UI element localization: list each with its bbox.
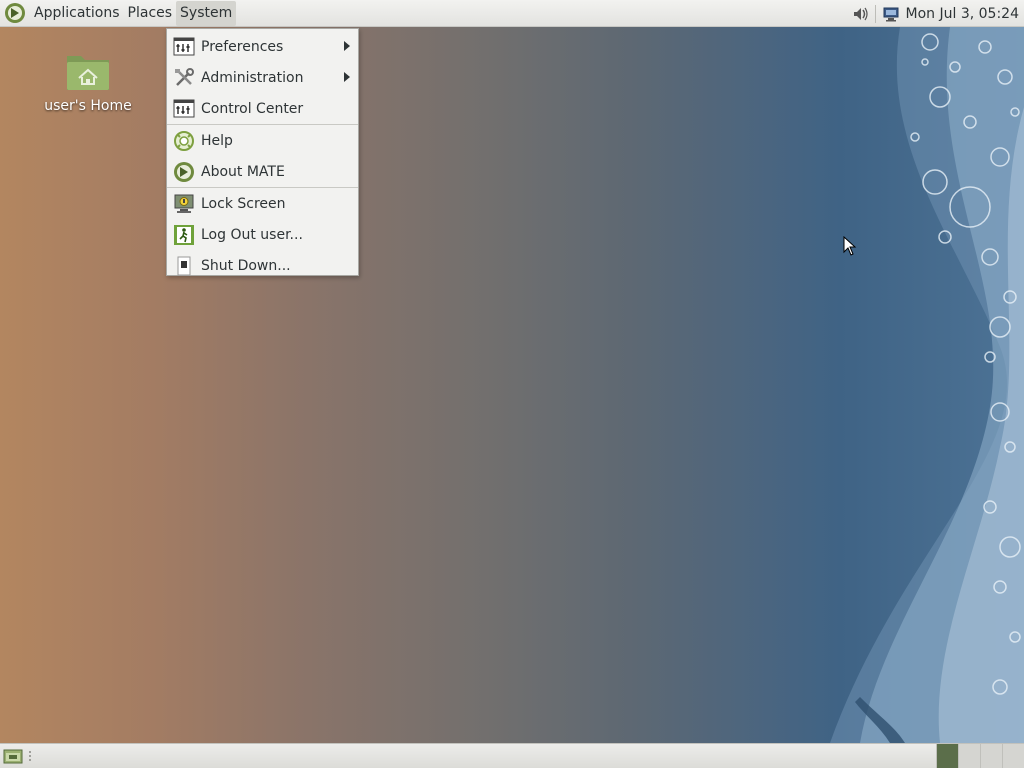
- menu-places[interactable]: Places: [124, 1, 177, 26]
- menu-item-about-mate[interactable]: About MATE: [167, 156, 358, 187]
- bottom-panel: [0, 743, 1024, 768]
- mouse-cursor-icon: [843, 236, 857, 256]
- menu-item-label: Help: [201, 132, 233, 149]
- menu-applications[interactable]: Applications: [30, 1, 124, 26]
- control-center-icon: [173, 99, 195, 117]
- submenu-arrow-icon: [344, 41, 350, 51]
- wallpaper-waves: [830, 27, 1024, 743]
- menu-item-help[interactable]: Help: [167, 125, 358, 156]
- help-icon: [174, 130, 194, 151]
- network-icon[interactable]: [882, 5, 900, 23]
- mate-logo-icon: [174, 161, 194, 182]
- menu-item-lock-screen[interactable]: Lock Screen: [167, 188, 358, 219]
- menu-item-preferences[interactable]: Preferences: [167, 31, 358, 62]
- show-desktop-icon[interactable]: [3, 748, 23, 765]
- volume-icon[interactable]: [851, 5, 869, 23]
- system-menu: Preferences Administration Control Cente…: [166, 28, 359, 276]
- top-panel: Applications Places System Mon Jul 3, 05…: [0, 0, 1024, 27]
- system-tray: Mon Jul 3, 05:24: [851, 0, 1024, 27]
- shutdown-icon: [177, 256, 191, 275]
- workspace-2[interactable]: [958, 744, 980, 768]
- menu-item-log-out[interactable]: Log Out user...: [167, 219, 358, 250]
- workspace-switcher: [936, 744, 1024, 768]
- menu-item-control-center[interactable]: Control Center: [167, 93, 358, 124]
- submenu-arrow-icon: [344, 72, 350, 82]
- menu-item-label: About MATE: [201, 163, 285, 180]
- menu-item-label: Lock Screen: [201, 195, 286, 212]
- preferences-icon: [173, 37, 195, 55]
- menu-item-label: Preferences: [201, 38, 284, 55]
- workspace-1[interactable]: [936, 744, 958, 768]
- menu-item-label: Log Out user...: [201, 226, 303, 243]
- workspace-3[interactable]: [980, 744, 1002, 768]
- menu-system[interactable]: System: [176, 0, 237, 26]
- home-icon-label: user's Home: [44, 98, 132, 114]
- workspace-4[interactable]: [1002, 744, 1024, 768]
- menu-item-label: Control Center: [201, 100, 304, 117]
- panel-drag-handle[interactable]: [28, 750, 32, 763]
- desktop-home-icon[interactable]: user's Home: [44, 50, 132, 114]
- clock[interactable]: Mon Jul 3, 05:24: [906, 6, 1019, 22]
- menu-item-shut-down[interactable]: Shut Down...: [167, 250, 358, 281]
- lock-screen-icon: [174, 194, 194, 213]
- home-folder-icon: [67, 56, 109, 90]
- mate-logo-icon[interactable]: [4, 2, 26, 24]
- logout-icon: [174, 224, 194, 245]
- menu-item-label: Shut Down...: [201, 257, 291, 274]
- administration-icon: [175, 67, 194, 86]
- menu-item-administration[interactable]: Administration: [167, 62, 358, 93]
- desktop-background: [0, 27, 1024, 743]
- tray-separator: [874, 4, 876, 23]
- menu-item-label: Administration: [201, 69, 304, 86]
